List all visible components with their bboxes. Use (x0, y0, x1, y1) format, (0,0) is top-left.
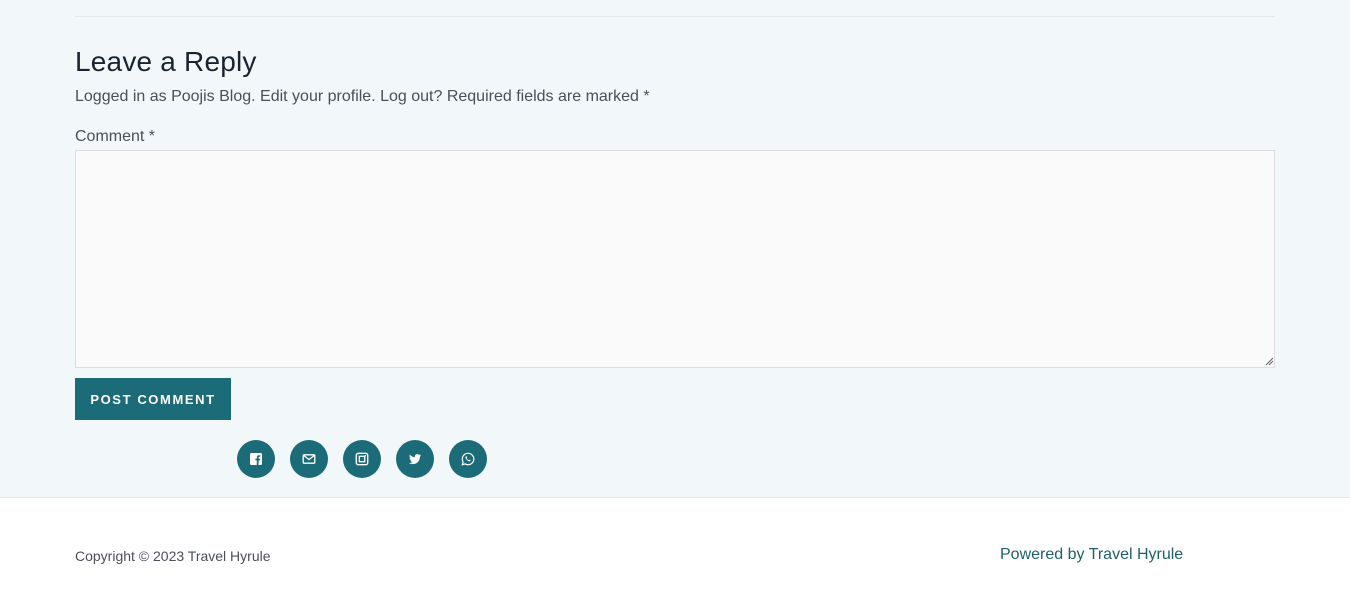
footer-copyright: Copyright © 2023 Travel Hyrule (75, 548, 271, 564)
instagram-icon (355, 452, 369, 466)
whatsapp-icon (461, 452, 475, 466)
edit-profile-link[interactable]: Edit your profile. (260, 88, 376, 105)
facebook-share-button[interactable] (237, 440, 275, 478)
email-share-button[interactable] (290, 440, 328, 478)
footer-powered-by: Powered by Travel Hyrule (1000, 546, 1183, 564)
divider (75, 16, 1275, 17)
mail-icon (302, 454, 316, 464)
powered-by-text: Powered by (1000, 546, 1085, 563)
facebook-icon (250, 453, 262, 465)
whatsapp-share-button[interactable] (449, 440, 487, 478)
post-comment-button[interactable]: POST COMMENT (75, 378, 231, 420)
reply-title: Leave a Reply (75, 46, 257, 77)
twitter-icon (409, 454, 421, 465)
logged-in-line: Logged in as Poojis Blog. Edit your prof… (75, 88, 650, 106)
twitter-share-button[interactable] (396, 440, 434, 478)
log-out-link[interactable]: Log out? (380, 88, 442, 105)
comment-label: Comment * (75, 128, 156, 145)
powered-by-link[interactable]: Travel Hyrule (1089, 546, 1184, 563)
comment-textarea[interactable] (75, 150, 1275, 368)
comment-section: Leave a Reply Logged in as Poojis Blog. … (0, 0, 1350, 498)
resize-handle-icon[interactable] (1264, 356, 1274, 366)
instagram-share-button[interactable] (343, 440, 381, 478)
required-note: Required fields are marked * (446, 88, 650, 105)
logged-in-as-text: Logged in as Poojis Blog. (75, 88, 256, 105)
